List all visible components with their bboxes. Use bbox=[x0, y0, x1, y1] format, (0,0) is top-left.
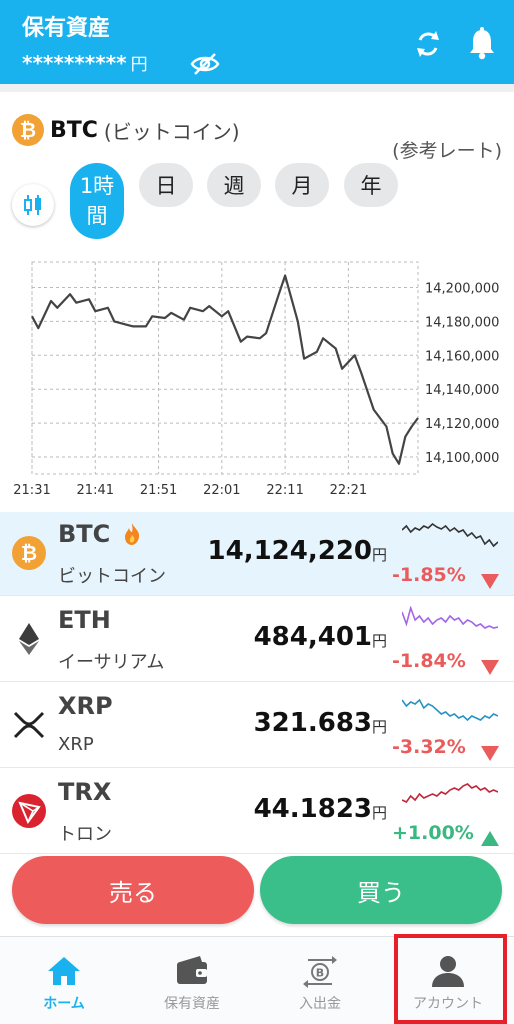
chart-x-tick-label: 22:01 bbox=[203, 483, 240, 498]
coin-header: ₿ BTC (ビットコイン) bbox=[12, 114, 240, 146]
chart-x-tick-label: 22:11 bbox=[266, 483, 303, 498]
chart-y-tick-label: 14,180,000 bbox=[425, 315, 499, 330]
coin-sparkline bbox=[402, 698, 498, 722]
chart-x-tick-label: 21:31 bbox=[13, 483, 50, 498]
coin-symbol: BTC bbox=[58, 520, 111, 548]
chart-x-tick-label: 21:41 bbox=[77, 483, 114, 498]
bitcoin-icon: ₿ bbox=[12, 536, 46, 570]
coin-price-currency: 円 bbox=[372, 718, 388, 736]
section-divider bbox=[0, 84, 514, 92]
tab-month[interactable]: 月 bbox=[275, 163, 329, 207]
chart-y-tick-label: 14,200,000 bbox=[425, 281, 499, 296]
home-icon bbox=[48, 957, 80, 985]
price-series-line bbox=[31, 274, 419, 465]
up-arrow-icon bbox=[481, 831, 499, 846]
transfer-icon: B bbox=[303, 956, 337, 988]
balance-masked: ********** 円 bbox=[22, 50, 148, 75]
coin-name: XRP bbox=[58, 734, 94, 755]
tab-1hour-label-2: 間 bbox=[86, 204, 108, 228]
coin-name: (ビットコイン) bbox=[103, 119, 240, 144]
nav-deposit-withdraw-label: 入出金 bbox=[299, 996, 341, 1012]
chart-x-tick-label: 21:51 bbox=[140, 483, 177, 498]
chart-y-tick-label: 14,100,000 bbox=[425, 451, 499, 466]
nav-home-label: ホーム bbox=[43, 996, 85, 1012]
nav-deposit-withdraw[interactable]: B 入出金 bbox=[256, 937, 384, 1024]
down-arrow-icon bbox=[481, 660, 499, 675]
chart-x-tick-label: 22:21 bbox=[330, 483, 367, 498]
svg-text:₿: ₿ bbox=[21, 541, 37, 565]
coin-price: 484,401 bbox=[253, 622, 372, 652]
down-arrow-icon bbox=[481, 746, 499, 761]
coin-name: トロン bbox=[58, 824, 112, 845]
tab-year[interactable]: 年 bbox=[344, 163, 398, 207]
sell-button[interactable]: 売る bbox=[12, 856, 254, 924]
refresh-icon[interactable] bbox=[412, 28, 444, 60]
coin-name: ビットコイン bbox=[58, 566, 166, 587]
coin-change-percent: -3.32% bbox=[392, 736, 466, 758]
tron-icon bbox=[12, 794, 46, 828]
svg-text:B: B bbox=[316, 967, 324, 980]
coin-sparkline bbox=[402, 522, 498, 548]
coin-row-btc[interactable]: ₿ BTC ビットコイン 14,124,220 円 -1.85% bbox=[0, 512, 514, 596]
coin-price: 321.683 bbox=[253, 708, 372, 738]
coin-change-percent: -1.84% bbox=[392, 650, 466, 672]
fire-icon bbox=[125, 523, 140, 545]
nav-assets-label: 保有資産 bbox=[164, 996, 220, 1012]
coin-change-percent: -1.85% bbox=[392, 564, 466, 586]
price-chart: 14,200,000 14,180,000 14,160,000 14,140,000… bbox=[13, 261, 499, 498]
coin-symbol: ETH bbox=[58, 606, 111, 634]
candlestick-toggle-button[interactable] bbox=[12, 184, 54, 226]
coin-price: 44.1823 bbox=[253, 794, 372, 824]
chart-y-tick-label: 14,160,000 bbox=[425, 349, 499, 364]
highlight-box bbox=[394, 934, 507, 1024]
coin-change-percent: +1.00% bbox=[392, 822, 474, 844]
coin-row-trx[interactable]: TRX トロン 44.1823 円 +1.00% bbox=[0, 770, 514, 854]
balance-value: ********** bbox=[22, 51, 127, 75]
coin-sparkline bbox=[402, 783, 498, 804]
ethereum-icon bbox=[19, 623, 39, 655]
bell-icon[interactable] bbox=[466, 26, 498, 60]
coin-price-currency: 円 bbox=[372, 546, 388, 564]
chart-y-tick-label: 14,120,000 bbox=[425, 417, 499, 432]
coin-row-eth[interactable]: ETH イーサリアム 484,401 円 -1.84% bbox=[0, 598, 514, 682]
coin-symbol: XRP bbox=[58, 692, 113, 720]
coin-symbol: BTC bbox=[50, 117, 98, 143]
coin-price: 14,124,220 bbox=[207, 536, 372, 566]
xrp-icon bbox=[13, 711, 45, 739]
coin-row-xrp[interactable]: XRP XRP 321.683 円 -3.32% bbox=[0, 684, 514, 768]
coin-sparkline bbox=[402, 606, 498, 629]
coin-price-currency: 円 bbox=[372, 804, 388, 822]
header: 保有資産 ********** 円 bbox=[0, 0, 514, 84]
buy-button[interactable]: 買う bbox=[260, 856, 502, 924]
page-title: 保有資産 bbox=[22, 16, 111, 41]
tab-day[interactable]: 日 bbox=[139, 163, 193, 207]
bitcoin-icon: ₿ bbox=[12, 114, 44, 146]
coin-price-currency: 円 bbox=[372, 632, 388, 650]
tab-1hour-label-1: 1時 bbox=[79, 174, 115, 198]
down-arrow-icon bbox=[481, 574, 499, 589]
candlestick-icon bbox=[24, 195, 41, 215]
balance-currency: 円 bbox=[130, 55, 148, 75]
coin-symbol: TRX bbox=[58, 778, 112, 806]
reference-rate-label: (参考レート) bbox=[392, 140, 502, 162]
eye-off-icon[interactable] bbox=[190, 52, 220, 76]
nav-assets[interactable]: 保有資産 bbox=[128, 937, 256, 1024]
tab-1hour[interactable]: 1時 間 bbox=[70, 163, 124, 239]
chart-y-tick-label: 14,140,000 bbox=[425, 383, 499, 398]
wallet-icon bbox=[177, 956, 207, 984]
nav-home[interactable]: ホーム bbox=[0, 937, 128, 1024]
tab-week[interactable]: 週 bbox=[207, 163, 261, 207]
coin-name: イーサリアム bbox=[58, 652, 165, 673]
